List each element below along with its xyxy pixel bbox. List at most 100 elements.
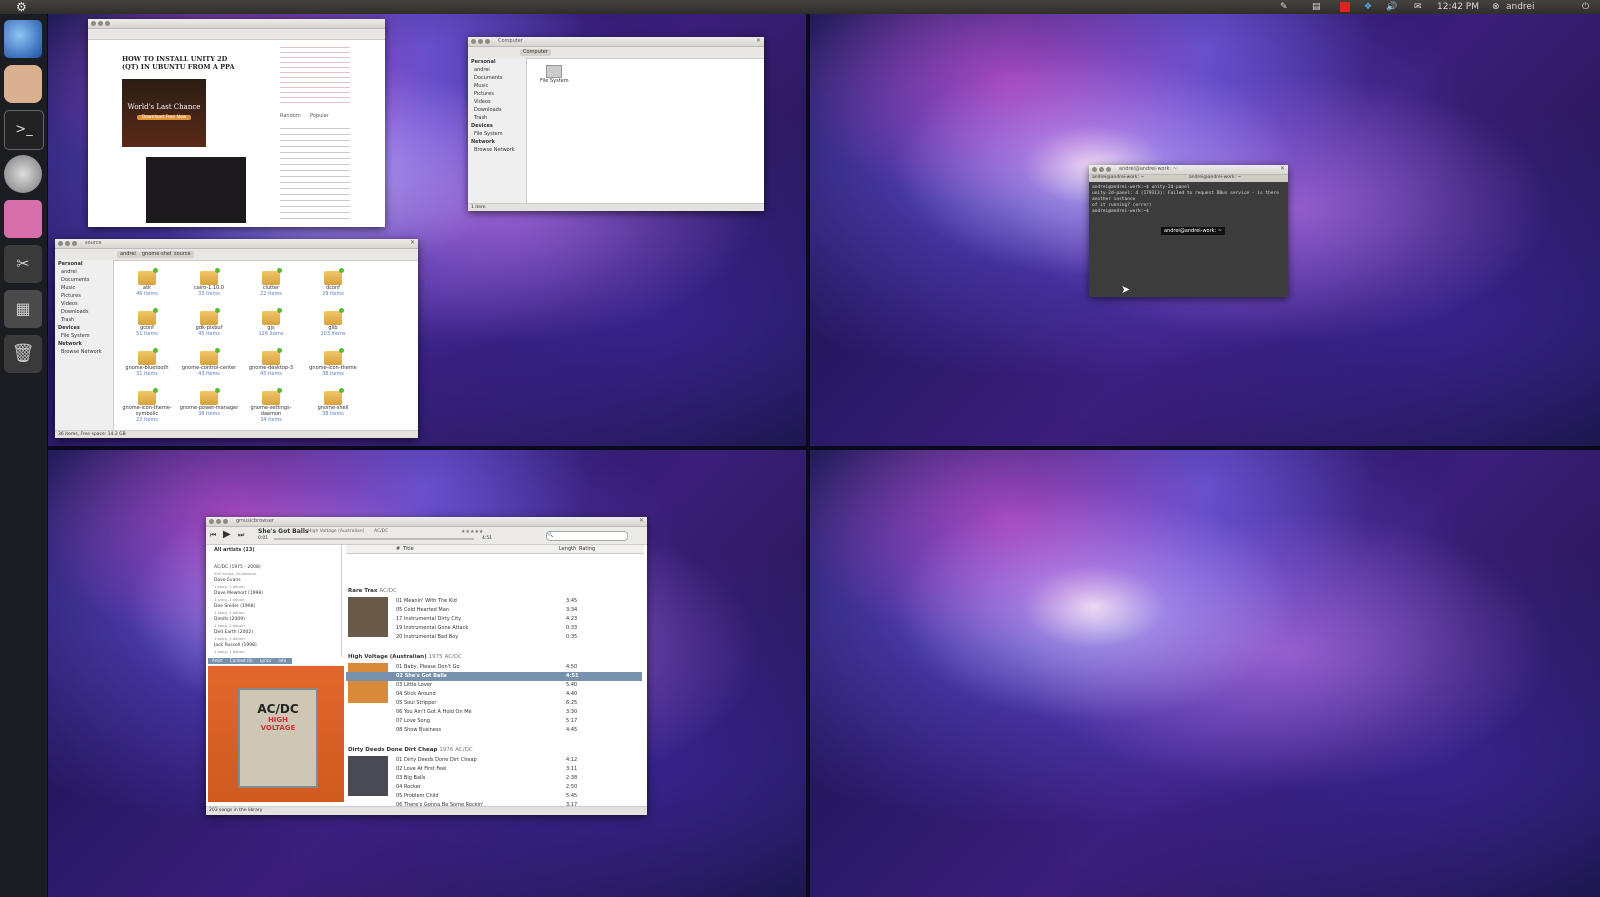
folder-item[interactable]: gnome-power-manager 38 items (179, 388, 239, 417)
close-icon[interactable]: ✕ (756, 37, 761, 44)
rating-stars[interactable]: ★★★★★ (461, 529, 483, 535)
folder-item[interactable]: gnome-bluetooth 31 items (117, 348, 177, 377)
track-row[interactable]: 19 Instrumental Gone Attack 0:33 (346, 624, 642, 633)
sidebar-tab-random[interactable]: Random (280, 113, 301, 119)
files-icon[interactable]: ▦ (4, 290, 42, 328)
artist-item[interactable]: Dee Snider (1998) 1 song, 1 album (214, 604, 263, 615)
track-row[interactable]: 05 Cold Hearted Man 3:34 (346, 606, 642, 615)
sidebar-item[interactable]: Music (468, 82, 526, 90)
previous-icon[interactable]: ⏮ (210, 531, 216, 540)
firefox-icon[interactable] (4, 20, 42, 58)
folder-item[interactable]: gnome-shell 38 items (303, 388, 363, 417)
volume-icon[interactable]: 🔊 (1386, 0, 1397, 14)
track-row[interactable]: 01 Baby, Please Don't Go 4:50 (346, 663, 642, 672)
close-icon[interactable]: ✕ (639, 517, 644, 524)
track-row[interactable]: 17 Instrumental Dirty City 4:23 (346, 615, 642, 624)
ad-download-button[interactable]: Download Free Now (137, 115, 191, 120)
tab-info[interactable]: Info (278, 658, 286, 663)
computer-window[interactable]: Computer ✕ Computer Personal andrei Docum… (468, 37, 764, 211)
sidebar-item[interactable]: Pictures (468, 90, 526, 98)
sidebar-item[interactable]: Videos (468, 98, 526, 106)
col-length[interactable]: Length (559, 545, 576, 553)
file-system-item[interactable]: File System (540, 65, 569, 84)
close-icon[interactable]: ✕ (410, 239, 415, 246)
track-row[interactable]: 03 Big Balls 2:38 (346, 774, 642, 783)
col-title[interactable]: Title (403, 545, 414, 553)
track-row[interactable]: 05 Problem Child 5:45 (346, 792, 642, 801)
close-icon[interactable]: ✕ (1280, 165, 1285, 172)
clipboard-icon[interactable]: ▤ (1312, 0, 1321, 14)
artist-item[interactable]: AC/DC (1975 - 2008) 203 songs, 24 albums (214, 565, 263, 576)
sidebar-item[interactable]: Downloads (55, 308, 113, 316)
sidebar-item[interactable]: Documents (55, 276, 113, 284)
folder-item[interactable]: gnome-control-center 43 items (179, 348, 239, 377)
terminal-window[interactable]: andrei@andrei-work: ~ ✕ andrei@andrei-wor… (1089, 165, 1288, 297)
track-row[interactable]: 05 Soul Stripper 6:25 (346, 699, 642, 708)
artist-item[interactable]: Dave Mewhort (1998) 1 song, 1 album (214, 591, 263, 602)
terminal-output[interactable]: andrei@andrei-work:~$ unity-2d-panel uni… (1092, 185, 1284, 215)
folder-item[interactable]: gnome-desktop-3 45 items (241, 348, 301, 377)
track-row[interactable]: 01 Dirty Deeds Done Dirt Cheap 4:12 (346, 756, 642, 765)
terminal-tab[interactable]: andrei@andrei-work: ~ (1189, 175, 1241, 180)
tab-context[interactable]: Context (0) (230, 658, 253, 663)
breadcrumb-item[interactable]: source (171, 251, 194, 258)
sidebar-item[interactable]: Browse Network (55, 348, 113, 356)
source-window[interactable]: source ✕ andrei gnome-shell source Person… (55, 239, 418, 438)
folder-item[interactable]: cairo-1.10.0 33 items (179, 268, 239, 297)
power-icon[interactable]: ⏻ (1582, 0, 1589, 14)
sidebar-item[interactable]: Downloads (468, 106, 526, 114)
sidebar-item[interactable]: andrei (468, 66, 526, 74)
sidebar-item[interactable]: File System (55, 332, 113, 340)
browser-window[interactable]: HOW TO INSTALL UNITY 2D (QT) IN UBUNTU F… (88, 19, 385, 227)
red-app-icon[interactable] (1340, 2, 1350, 12)
dropbox-icon[interactable]: ❖ (1364, 0, 1372, 14)
artists-header[interactable]: All artists (13) (206, 545, 341, 555)
terminal-tab[interactable]: andrei@andrei-work: ~ (1092, 175, 1144, 180)
track-row[interactable]: 04 Stick Around 4:40 (346, 690, 642, 699)
music-player-window[interactable]: gmusicbrowser ✕ ⏮ ▶ ⏭ She's Got Balls Hig… (206, 517, 647, 815)
album-header[interactable]: Dirty Deeds Done Dirt Cheap 1976 AC/DC (348, 747, 473, 753)
track-row[interactable]: 20 Instrumental Bad Boy 0:35 (346, 633, 642, 642)
breadcrumb[interactable]: Computer (520, 49, 551, 56)
col-rating[interactable]: Rating (579, 545, 595, 553)
tools-icon[interactable]: ✂ (4, 245, 42, 283)
track-row[interactable]: 07 Love Song 5:17 (346, 717, 642, 726)
track-row[interactable]: 03 Little Lover 5:40 (346, 681, 642, 690)
folder-item[interactable]: gdk-pixbuf 45 items (179, 308, 239, 337)
sidebar-links[interactable] (280, 43, 350, 103)
next-icon[interactable]: ⏭ (238, 531, 244, 540)
sidebar-item[interactable]: Trash (468, 114, 526, 122)
artist-item[interactable]: Ded Earth (2002) 1 song, 1 album (214, 630, 263, 641)
artist-item[interactable]: Dimits (2009) 1 song, 1 album (214, 617, 263, 628)
breadcrumb-item[interactable]: andrei (117, 251, 139, 258)
sidebar-tab-popular[interactable]: Popular (310, 113, 329, 119)
workspace-4[interactable] (810, 450, 1600, 897)
folder-item[interactable]: gnome-icon-theme-symbolic 22 items (117, 388, 177, 423)
artists-pane[interactable]: All artists (13) AC/DC (1975 - 2008) 203 … (206, 545, 342, 657)
folder-item[interactable]: atk 46 items (117, 268, 177, 297)
track-row[interactable]: 02 Love At First Feel 3:11 (346, 765, 642, 774)
play-icon[interactable]: ▶ (223, 529, 231, 540)
pen-icon[interactable]: ✎ (1280, 0, 1288, 14)
ad-banner[interactable]: World's Last Chance Download Free Now (122, 79, 206, 147)
track-row[interactable]: 08 Show Business 4:45 (346, 726, 642, 735)
sidebar-item[interactable]: Music (55, 284, 113, 292)
folder-item[interactable]: glib 103 items (303, 308, 363, 337)
track-row[interactable]: 01 Meanin' With The Kid 3:45 (346, 597, 642, 606)
tracklist[interactable]: Rare Trax AC/DC 01 Meanin' With The Kid 3:… (346, 554, 642, 808)
track-row[interactable]: 02 She's Got Balls 4:51 (346, 672, 642, 681)
sidebar-item[interactable]: Trash (55, 316, 113, 324)
album-header[interactable]: Rare Trax AC/DC (348, 588, 397, 594)
clock[interactable]: 12:42 PM (1437, 0, 1479, 14)
folder-item[interactable]: gjs 126 items (241, 308, 301, 337)
search-input[interactable]: 🔍 (546, 531, 628, 541)
sidebar-item[interactable]: Pictures (55, 292, 113, 300)
sidebar-item[interactable]: File System (468, 130, 526, 138)
track-row[interactable]: 06 You Ain't Got A Hold On Me 3:30 (346, 708, 642, 717)
ubuntu-logo-icon[interactable]: ⚙ (16, 0, 27, 14)
sidebar-item[interactable]: Videos (55, 300, 113, 308)
sidebar-list[interactable] (280, 123, 350, 223)
mail-icon[interactable]: ✉ (1414, 0, 1422, 14)
album-header[interactable]: High Voltage (Australian) 1975 AC/DC (348, 654, 462, 660)
sidebar-item[interactable]: Browse Network (468, 146, 526, 154)
